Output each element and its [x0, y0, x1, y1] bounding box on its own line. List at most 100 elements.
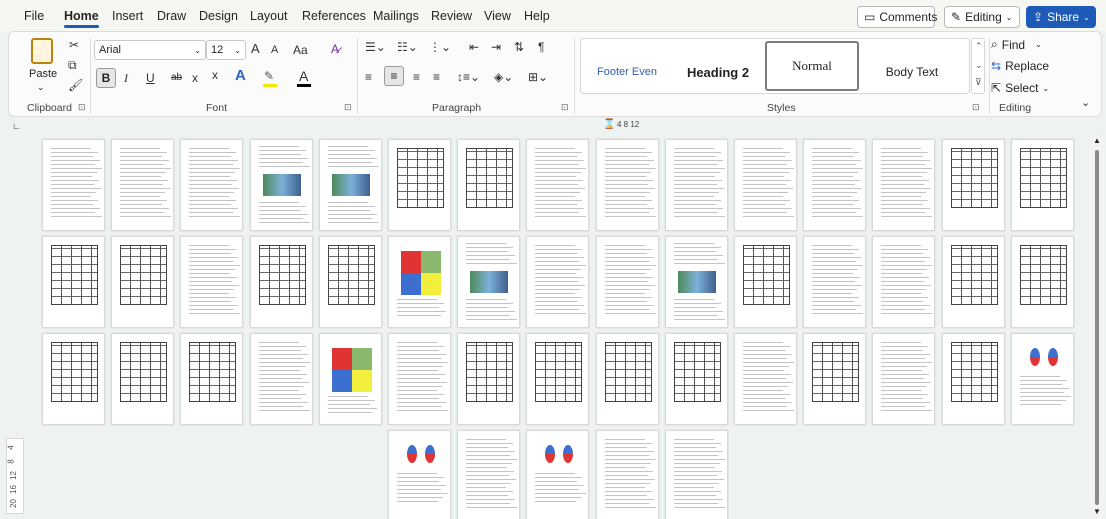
page-thumbnail[interactable] [457, 139, 521, 231]
numbering-icon[interactable]: ☷⌄ [397, 40, 418, 54]
tab-mailings[interactable]: Mailings [373, 9, 419, 23]
style-body-text[interactable]: Body Text [863, 47, 961, 97]
page-thumbnail[interactable] [526, 236, 590, 328]
tab-review[interactable]: Review [431, 9, 472, 23]
paste-button[interactable]: Paste ⌄ [27, 38, 57, 94]
cut-icon[interactable]: ✂ [69, 38, 79, 52]
italic-button[interactable]: I [124, 71, 128, 85]
bullets-icon[interactable]: ☰⌄ [365, 40, 386, 54]
copy-icon[interactable]: ⧉ [68, 58, 77, 72]
scrollbar-thumb[interactable] [1095, 150, 1099, 505]
page-thumbnail[interactable] [388, 139, 451, 231]
page-thumbnail[interactable] [457, 333, 521, 425]
vertical-scrollbar[interactable]: ▲ ▼ [1090, 135, 1104, 519]
grow-font-icon[interactable]: A [251, 42, 260, 56]
page-thumbnail[interactable] [734, 236, 797, 328]
page-thumbnail[interactable] [1010, 139, 1074, 231]
font-name-combo[interactable]: Arial ⌄ [94, 40, 206, 60]
line-spacing-icon[interactable]: ↕≡⌄ [457, 70, 480, 84]
page-thumbnail[interactable] [526, 139, 590, 231]
page-thumbnail[interactable] [664, 236, 728, 328]
page-thumbnail[interactable] [388, 430, 451, 519]
underline-button[interactable]: U [146, 71, 155, 85]
page-thumbnail[interactable] [803, 236, 867, 328]
page-thumbnail[interactable] [180, 236, 244, 328]
page-thumbnail[interactable] [318, 333, 382, 425]
page-thumbnail[interactable] [941, 333, 1005, 425]
tab-insert[interactable]: Insert [112, 9, 143, 23]
select-button[interactable]: ⇱ Select ⌄ [991, 81, 1049, 95]
page-thumbnail[interactable] [664, 430, 728, 519]
tab-references[interactable]: References [302, 9, 366, 23]
page-thumbnail[interactable] [664, 139, 728, 231]
clear-formatting-icon[interactable]: A̷ [331, 42, 339, 56]
page-thumbnail[interactable] [941, 236, 1005, 328]
page-thumbnail[interactable] [388, 333, 451, 425]
highlight-icon[interactable]: ✎ [264, 69, 274, 83]
tab-layout[interactable]: Layout [250, 9, 288, 23]
page-thumbnail[interactable] [180, 139, 244, 231]
paragraph-launcher-icon[interactable]: ⊡ [561, 102, 569, 113]
page-thumbnail[interactable] [803, 139, 867, 231]
page-thumbnail[interactable] [249, 139, 313, 231]
comments-button[interactable]: ▭ Comments [857, 6, 937, 28]
text-effects-button[interactable]: A [235, 68, 246, 83]
page-thumbnail[interactable] [526, 430, 590, 519]
superscript-button[interactable]: x [212, 68, 218, 82]
page-thumbnail[interactable] [526, 333, 590, 425]
page-thumbnail[interactable] [318, 236, 382, 328]
page-thumbnail[interactable] [111, 333, 175, 425]
page-thumbnail[interactable] [872, 139, 936, 231]
tab-draw[interactable]: Draw [157, 9, 186, 23]
page-thumbnail[interactable] [803, 333, 867, 425]
multilevel-list-icon[interactable]: ⋮⌄ [429, 40, 451, 54]
page-thumbnail[interactable] [111, 236, 175, 328]
change-case-icon[interactable]: Aa [293, 43, 308, 57]
indent-marker-icon[interactable]: ⌛ [603, 119, 615, 130]
chevron-up-icon[interactable]: ⌃ [975, 41, 983, 52]
sort-icon[interactable]: ⇅ [514, 40, 524, 54]
page-thumbnail[interactable] [42, 139, 105, 231]
share-button[interactable]: ⇪ Share ⌄ [1026, 6, 1096, 28]
page-thumbnail[interactable] [872, 333, 936, 425]
styles-launcher-icon[interactable]: ⊡ [972, 102, 980, 113]
page-thumbnail[interactable] [457, 430, 521, 519]
page-thumbnail[interactable] [1010, 333, 1074, 425]
page-thumbnail[interactable] [318, 139, 382, 231]
page-thumbnail[interactable] [457, 236, 521, 328]
page-thumbnail[interactable] [42, 333, 105, 425]
editing-mode-button[interactable]: ✎ Editing ⌄ [944, 6, 1020, 28]
document-canvas[interactable] [30, 135, 1088, 519]
tab-view[interactable]: View [484, 9, 511, 23]
font-color-button[interactable]: A [299, 69, 308, 83]
tab-help[interactable]: Help [524, 9, 550, 23]
style-footer-even[interactable]: Footer Even [583, 47, 671, 97]
page-thumbnail[interactable] [111, 139, 175, 231]
page-thumbnail[interactable] [664, 333, 728, 425]
justify-icon[interactable]: ≡ [433, 70, 440, 84]
clipboard-launcher-icon[interactable]: ⊡ [78, 102, 86, 113]
page-thumbnail[interactable] [595, 430, 659, 519]
scroll-up-icon[interactable]: ▲ [1093, 136, 1101, 145]
decrease-indent-icon[interactable]: ⇤ [469, 40, 479, 54]
page-thumbnail[interactable] [42, 236, 105, 328]
page-thumbnail[interactable] [1010, 236, 1074, 328]
tab-selector-icon[interactable]: ∟ [12, 121, 21, 131]
font-size-combo[interactable]: 12 ⌄ [206, 40, 246, 60]
replace-button[interactable]: ⇆ Replace [991, 59, 1049, 73]
page-thumbnail[interactable] [734, 139, 797, 231]
page-thumbnail[interactable] [595, 236, 659, 328]
tab-home[interactable]: Home [64, 9, 99, 28]
format-painter-icon[interactable]: 🖌 [68, 78, 83, 92]
font-launcher-icon[interactable]: ⊡ [344, 102, 352, 113]
align-center-button[interactable]: ≡ [384, 66, 404, 86]
align-left-icon[interactable]: ≡ [365, 70, 372, 84]
find-button[interactable]: ⌕ Find ⌄ [991, 37, 1042, 52]
scroll-down-icon[interactable]: ▼ [1093, 507, 1101, 516]
shading-icon[interactable]: ◈⌄ [494, 70, 513, 84]
style-normal[interactable]: Normal [765, 41, 859, 91]
bold-button[interactable]: B [96, 68, 116, 88]
align-right-icon[interactable]: ≡ [413, 70, 420, 84]
borders-icon[interactable]: ⊞⌄ [528, 70, 548, 84]
page-thumbnail[interactable] [595, 139, 659, 231]
